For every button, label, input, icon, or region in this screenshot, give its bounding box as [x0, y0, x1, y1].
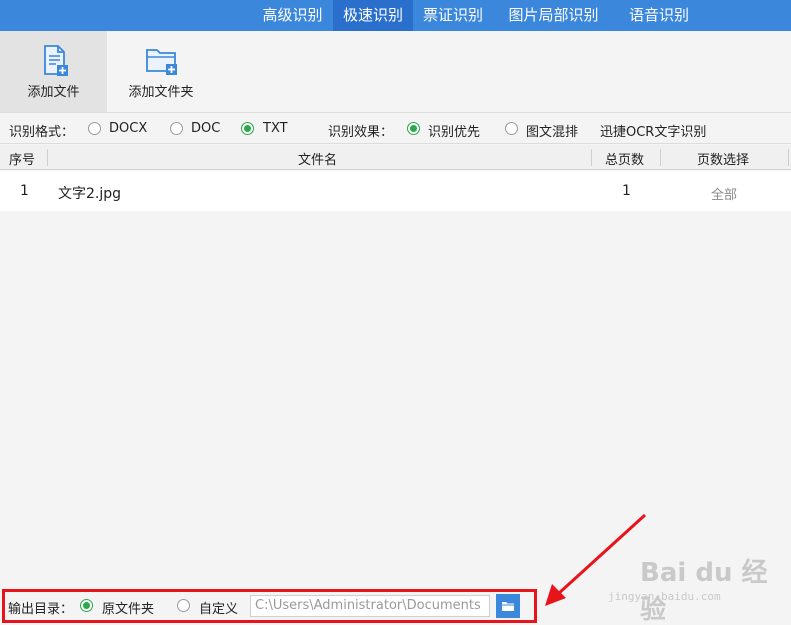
format-doc-radio[interactable] [170, 122, 183, 135]
output-directory-bar: 输出目录： 原文件夹 自定义 C:\Users\Administrator\Do… [0, 568, 791, 625]
effect-label: 识别效果： [328, 125, 394, 140]
recognition-options-bar: 识别格式： DOCX DOC TXT 识别效果： 识别优先 图文混排 迅捷OCR… [0, 114, 791, 144]
tab-partial-image-recognition[interactable]: 图片局部识别 [493, 0, 614, 31]
add-folder-label: 添加文件夹 [128, 85, 194, 100]
effect-mixed-layout-radio[interactable] [505, 122, 518, 135]
format-label: 识别格式： [9, 125, 75, 140]
table-row[interactable]: 1 文字2.jpg 1 全部 [0, 171, 791, 211]
format-txt-label: TXT [263, 121, 288, 136]
row-filename: 文字2.jpg [58, 186, 122, 202]
column-divider[interactable] [47, 149, 48, 166]
tab-ticket-recognition[interactable]: 票证识别 [413, 0, 493, 31]
row-total-pages: 1 [622, 183, 631, 199]
row-page-selection[interactable]: 全部 [711, 184, 737, 203]
column-header-page-selection: 页数选择 [697, 153, 750, 168]
add-file-label: 添加文件 [27, 85, 80, 100]
add-file-button[interactable]: 添加文件 [0, 31, 107, 112]
add-file-icon [43, 45, 68, 76]
format-docx-radio[interactable] [88, 122, 101, 135]
column-divider[interactable] [591, 149, 592, 166]
tab-voice-recognition[interactable]: 语音识别 [614, 0, 704, 31]
mode-tab-bar: 高级识别 极速识别 票证识别 图片局部识别 语音识别 [0, 0, 791, 31]
file-list: 1 文字2.jpg 1 全部 [0, 171, 791, 568]
column-divider[interactable] [788, 149, 789, 166]
effect-recognition-first-radio[interactable] [407, 122, 420, 135]
format-docx-label: DOCX [109, 121, 148, 136]
tab-advanced-recognition[interactable]: 高级识别 [252, 0, 333, 31]
effect-mixed-layout-label: 图文混排 [526, 125, 579, 140]
column-header-index: 序号 [9, 153, 36, 168]
ocr-app-window: 高级识别 极速识别 票证识别 图片局部识别 语音识别 添加文件 添加文件夹 识别… [0, 0, 791, 625]
annotation-highlight-box [2, 589, 537, 623]
column-header-total-pages: 总页数 [605, 153, 645, 168]
column-header-filename: 文件名 [298, 153, 338, 168]
tab-fast-recognition[interactable]: 极速识别 [333, 0, 413, 31]
row-index: 1 [20, 183, 29, 199]
effect-recognition-first-label: 识别优先 [428, 125, 481, 140]
toolbar: 添加文件 添加文件夹 [0, 31, 791, 113]
file-table-header: 序号 文件名 总页数 页数选择 [0, 145, 791, 170]
ocr-brand-text: 迅捷OCR文字识别 [600, 125, 707, 140]
format-txt-radio[interactable] [241, 122, 254, 135]
column-divider[interactable] [660, 149, 661, 166]
add-folder-icon [146, 49, 177, 75]
add-folder-button[interactable]: 添加文件夹 [107, 31, 215, 112]
format-doc-label: DOC [191, 121, 221, 136]
